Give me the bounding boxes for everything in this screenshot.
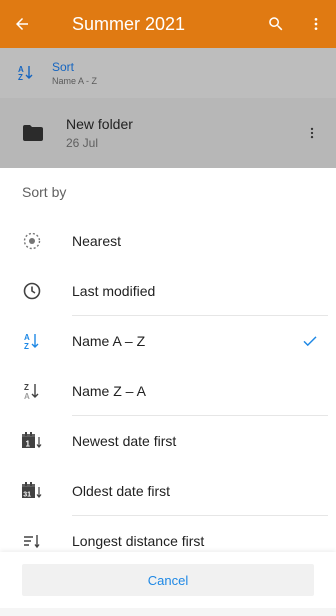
sort-sheet: Sort by Nearest Last modified A Z Name A… [0,168,336,616]
sort-option-label: Nearest [72,233,122,249]
more-vert-icon [314,18,318,30]
svg-text:Z: Z [24,383,29,392]
sort-option-label: Name A – Z [72,333,146,349]
cancel-button[interactable]: Cancel [22,564,314,596]
sort-option-label: Longest distance first [72,533,205,549]
sheet-footer: Cancel [0,552,336,616]
sort-bar[interactable]: A Z Sort Name A - Z [0,48,336,98]
sort-option-label: Name Z – A [72,383,146,399]
back-button[interactable] [0,0,44,48]
calendar-oldest-icon: 31 [0,481,72,501]
sort-az-icon: A Z [0,64,52,82]
sort-option-nearest[interactable]: Nearest [0,216,336,266]
sheet-title: Sort by [22,184,67,200]
calendar-newest-icon: 1 [0,431,72,451]
folder-icon [0,125,66,141]
sort-option-label: Oldest date first [72,483,171,499]
sort-value: Name A - Z [52,76,98,86]
more-vert-icon [310,127,314,139]
app-bar: Summer 2021 [0,0,336,48]
sort-option-label: Newest date first [72,433,177,449]
folder-row[interactable]: New folder 26 Jul [0,98,336,168]
sort-az-icon: A Z [0,331,72,351]
back-arrow-icon [16,18,28,30]
sort-za-icon: Z A [0,381,72,401]
folder-more-button[interactable] [288,126,336,140]
sort-label: Sort [52,60,75,74]
search-button[interactable] [256,0,296,48]
svg-text:A: A [24,333,30,342]
check-icon [284,332,336,350]
distance-sort-icon [0,531,72,551]
sort-option-label: Last modified [72,283,156,299]
sort-option-newest-date[interactable]: 1 Newest date first [0,416,336,466]
sort-option-name-az[interactable]: A Z Name A – Z [0,316,336,366]
background-content: A Z Sort Name A - Z New folder 26 Jul [0,48,336,168]
sort-option-name-za[interactable]: Z A Name Z – A [0,366,336,416]
svg-text:Z: Z [18,73,23,82]
page-title: Summer 2021 [72,13,186,34]
sort-options-list: Nearest Last modified A Z Name A – Z Z A… [0,216,336,576]
nearest-icon [0,231,72,251]
folder-name: New folder [66,116,133,132]
svg-text:Z: Z [24,342,29,351]
sort-option-oldest-date[interactable]: 31 Oldest date first [0,466,336,516]
svg-text:31: 31 [23,492,31,499]
more-options-button[interactable] [296,0,336,48]
clock-icon [0,281,72,301]
search-icon [269,17,283,31]
svg-text:A: A [24,392,30,401]
svg-text:1: 1 [26,440,31,449]
bottom-strip [0,608,336,616]
sort-option-last-modified[interactable]: Last modified [0,266,336,316]
folder-date: 26 Jul [66,136,99,150]
